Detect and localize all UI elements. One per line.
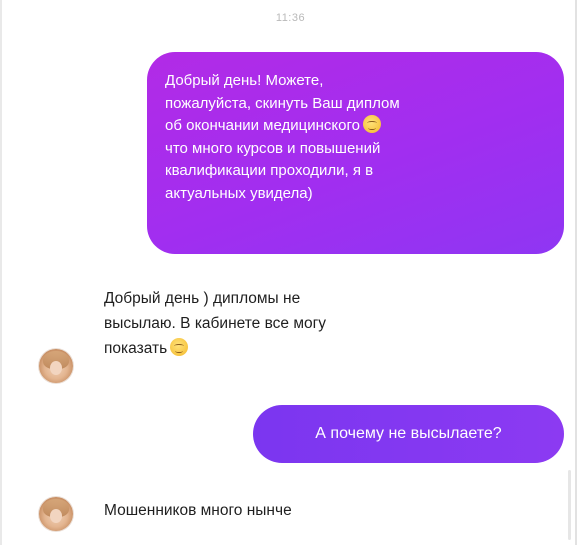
message-line: что много курсов и повышений [165,139,381,157]
message-line: высылаю. В кабинете все могу [104,315,327,332]
message-line: об окончании медицинского [165,115,546,138]
message-text: А почему не высылаете? [315,424,502,442]
relieved-face-emoji-icon [362,115,381,133]
incoming-message[interactable]: Мошенников много нынче [104,498,292,523]
message-line: пожалуйста, скинуть Ваш диплом [165,94,400,112]
contact-avatar[interactable] [39,497,73,531]
message-text: Мошенников много нынче [104,502,292,519]
incoming-message[interactable]: Добрый день ) дипломы не высылаю. В каби… [104,286,326,361]
chat-window: 11:36 Добрый день! Можете, пожалуйста, с… [0,0,577,545]
message-line: Добрый день ) дипломы не [104,290,301,307]
message-line: Добрый день! Можете, [165,72,324,89]
message-line-text: об окончании медицинского [165,117,360,134]
message-line: актуальных увидела) [165,184,313,202]
message-timestamp: 11:36 [275,12,306,24]
outgoing-message-bubble[interactable]: Добрый день! Можете, пожалуйста, скинуть… [147,52,564,254]
outgoing-message-bubble[interactable]: А почему не высылаете? [253,405,564,463]
contact-avatar[interactable] [39,349,73,383]
message-line: квалификации проходили, я в [165,162,374,179]
relieved-face-emoji-icon [170,338,189,356]
message-line: показать [104,336,326,361]
scrollbar[interactable] [568,470,571,540]
message-line-text: показать [104,340,168,357]
